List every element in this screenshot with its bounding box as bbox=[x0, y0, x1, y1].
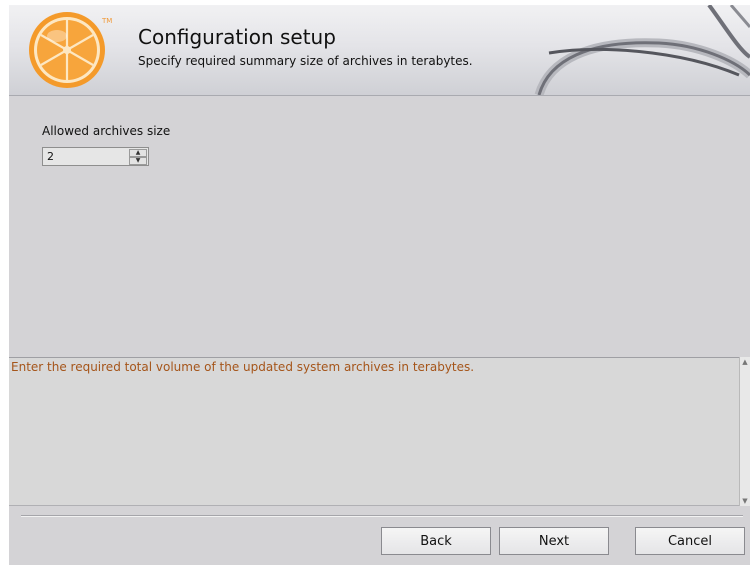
page-title: Configuration setup bbox=[138, 25, 336, 49]
archives-size-label: Allowed archives size bbox=[42, 124, 171, 138]
back-button[interactable]: Back bbox=[381, 527, 491, 555]
next-button[interactable]: Next bbox=[499, 527, 609, 555]
description-text: Enter the required total volume of the u… bbox=[11, 360, 475, 374]
setup-window: TM Configuration setup Specify required … bbox=[9, 5, 750, 565]
spin-down-icon[interactable]: ▼ bbox=[129, 157, 147, 165]
spin-up-icon[interactable]: ▲ bbox=[129, 149, 147, 157]
cancel-button[interactable]: Cancel bbox=[635, 527, 745, 555]
archives-size-stepper[interactable]: ▲ ▼ bbox=[42, 147, 149, 166]
archives-size-input[interactable] bbox=[44, 149, 134, 164]
trademark-label: TM bbox=[102, 17, 113, 25]
header-banner: TM Configuration setup Specify required … bbox=[9, 5, 750, 96]
scroll-up-icon[interactable]: ▲ bbox=[740, 357, 750, 367]
description-scrollbar[interactable]: ▲ ▼ bbox=[739, 357, 750, 506]
description-panel: Enter the required total volume of the u… bbox=[9, 357, 739, 506]
decorative-swoosh bbox=[534, 5, 750, 95]
page-subtitle: Specify required summary size of archive… bbox=[138, 54, 473, 68]
scroll-down-icon[interactable]: ▼ bbox=[740, 496, 750, 506]
footer-divider bbox=[21, 515, 743, 517]
content-area: Allowed archives size ▲ ▼ bbox=[9, 96, 750, 357]
